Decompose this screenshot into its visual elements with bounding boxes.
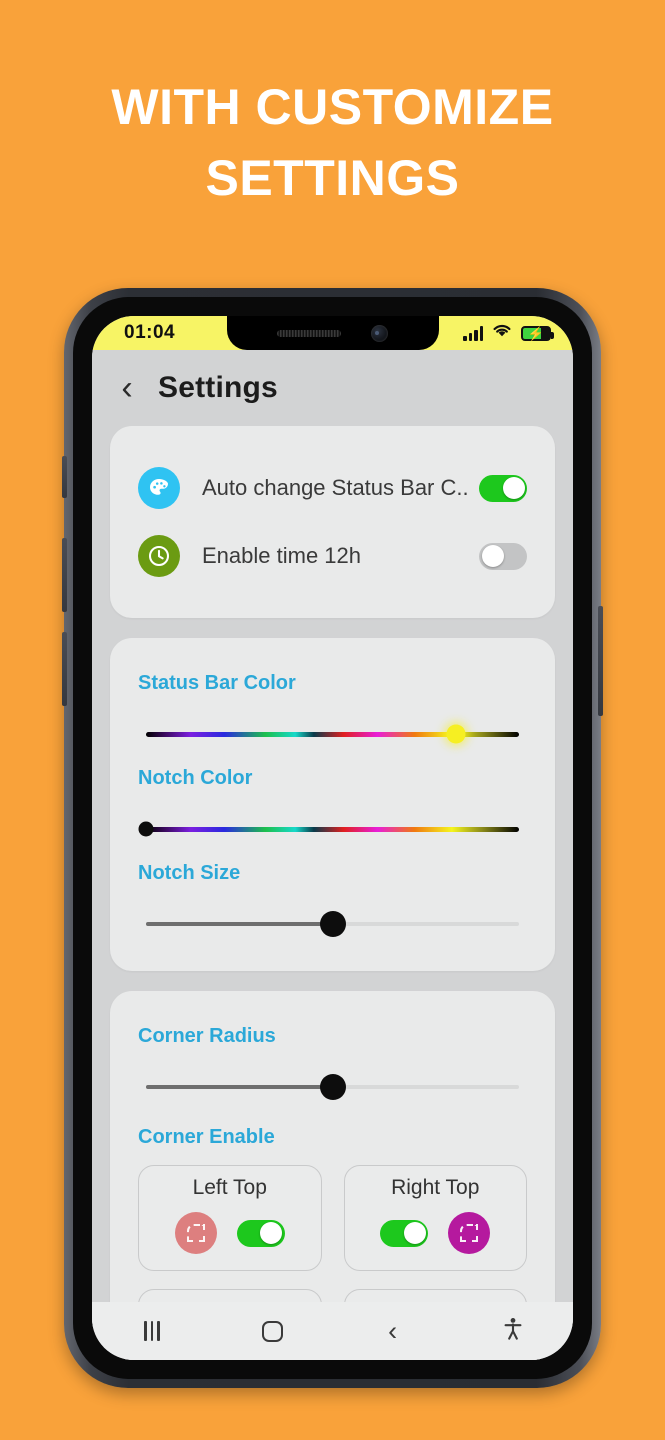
slider-thumb-notch-color[interactable] (138, 821, 154, 837)
accessibility-icon (503, 1317, 523, 1346)
slider-track-rainbow (146, 826, 519, 832)
home-icon (261, 1320, 283, 1342)
slider-thumb-status-bar-color[interactable] (446, 724, 466, 744)
volume-up-button[interactable] (62, 538, 67, 612)
back-nav-button[interactable]: ‹ (333, 1315, 453, 1346)
slider-block-status-bar-color: Status Bar Color (138, 672, 527, 747)
clock-icon (138, 535, 180, 577)
slider-thumb-notch-size[interactable] (319, 911, 346, 937)
wifi-icon (492, 323, 512, 343)
slider-block-corner-radius: Corner Radius (138, 1025, 527, 1100)
setting-row-auto-change-color[interactable]: Auto change Status Bar C.. (138, 460, 527, 516)
battery-bolt-icon: ⚡ (527, 325, 545, 341)
corner-enable-label: Corner Enable (138, 1126, 275, 1148)
setting-label-auto-change-color: Auto change Status Bar C.. (202, 475, 469, 500)
recents-button[interactable] (92, 1321, 212, 1341)
headline-line-2: SETTINGS (205, 150, 460, 206)
corner-left-top-icon[interactable] (174, 1212, 217, 1254)
mute-switch-button[interactable] (62, 456, 67, 498)
status-bar-clock: 01:04 (124, 322, 176, 343)
toggle-corner-left-top[interactable] (236, 1219, 285, 1247)
toggle-corner-right-top[interactable] (380, 1219, 429, 1247)
volume-down-button[interactable] (62, 632, 67, 706)
earpiece-speaker-icon (277, 329, 341, 337)
front-camera-icon (371, 324, 388, 342)
slider-block-notch-size: Notch Size (138, 862, 527, 937)
toggle-auto-change-color[interactable] (479, 474, 527, 502)
color-settings-card: Status Bar Color Notch Color Notch Size (110, 638, 555, 971)
slider-notch-size[interactable] (146, 911, 519, 937)
recents-icon (144, 1321, 160, 1341)
phone-bezel: 01:04 ⚡ ‹ Settings Auto change Status Ba… (73, 297, 592, 1379)
general-settings-card: Auto change Status Bar C.. Enable time 1… (110, 426, 555, 618)
setting-label-enable-time-12h: Enable time 12h (202, 543, 361, 568)
slider-label-notch-color: Notch Color (138, 767, 253, 789)
signal-bars-icon (463, 325, 483, 341)
slider-status-bar-color[interactable] (146, 721, 519, 747)
accessibility-button[interactable] (453, 1317, 573, 1346)
corner-box-left-top[interactable]: Left Top (138, 1165, 322, 1271)
slider-notch-color[interactable] (138, 816, 519, 842)
page-title: WITH CUSTOMIZE SETTINGS (0, 72, 665, 214)
status-bar-icons: ⚡ (463, 316, 554, 350)
phone-mockup: 01:04 ⚡ ‹ Settings Auto change Status Ba… (62, 288, 603, 1388)
back-icon: ‹ (388, 1315, 398, 1346)
back-button[interactable]: ‹ (110, 371, 144, 405)
phone-screen: 01:04 ⚡ ‹ Settings Auto change Status Ba… (92, 316, 573, 1360)
phone-notch (226, 316, 439, 350)
battery-charging-icon: ⚡ (521, 325, 554, 341)
settings-scroll-area[interactable]: Auto change Status Bar C.. Enable time 1… (92, 426, 573, 1360)
home-button[interactable] (212, 1320, 332, 1342)
slider-corner-radius[interactable] (146, 1074, 519, 1100)
slider-label-status-bar-color: Status Bar Color (138, 672, 296, 694)
android-navigation-bar: ‹ (92, 1302, 573, 1360)
corner-box-right-top[interactable]: Right Top (343, 1165, 527, 1271)
corner-title-left-top: Left Top (192, 1176, 267, 1199)
headline-line-1: WITH CUSTOMIZE (111, 79, 554, 135)
app-header: ‹ Settings (92, 350, 573, 426)
palette-icon (138, 467, 180, 509)
slider-label-corner-radius: Corner Radius (138, 1025, 276, 1047)
corner-title-right-top: Right Top (391, 1176, 480, 1199)
toggle-enable-time-12h[interactable] (479, 542, 527, 570)
corner-right-top-icon[interactable] (448, 1212, 491, 1254)
slider-label-notch-size: Notch Size (138, 862, 241, 884)
slider-thumb-corner-radius[interactable] (319, 1074, 346, 1100)
setting-row-enable-time-12h[interactable]: Enable time 12h (138, 528, 527, 584)
slider-block-notch-color: Notch Color (138, 767, 527, 842)
screen-title: Settings (158, 371, 278, 404)
power-button[interactable] (598, 606, 603, 716)
